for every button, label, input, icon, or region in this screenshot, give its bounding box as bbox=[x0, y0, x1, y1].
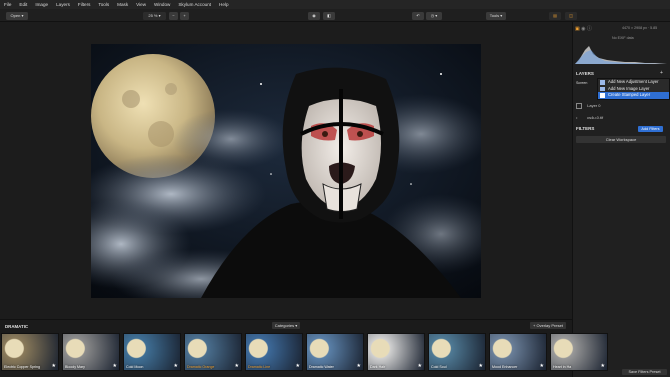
undo-icon: ↶ bbox=[416, 12, 420, 18]
preset-thumbnail[interactable]: Mood Enhancer ★ bbox=[489, 333, 547, 371]
menu-file[interactable]: File bbox=[0, 0, 15, 9]
add-adjustment-layer-label: Add New Adjustment Layer bbox=[608, 79, 659, 84]
preset-thumbnail[interactable]: Cold Soul ★ bbox=[428, 333, 486, 371]
image-info: 4470 × 2908 px · 5.85 bbox=[622, 26, 658, 30]
preset-thumbnail[interactable]: Dramatic Line ★ bbox=[245, 333, 303, 371]
preset-thumbnail[interactable]: Dark Hair ★ bbox=[367, 333, 425, 371]
create-stamped-layer-label: Create Stamped Layer bbox=[608, 92, 651, 97]
layers-panel-toggle[interactable]: ▤ bbox=[549, 11, 561, 20]
image-layer-icon bbox=[600, 86, 605, 91]
preset-thumbnail[interactable]: Dramatic Orange ★ bbox=[184, 333, 242, 371]
favorite-star-icon[interactable]: ★ bbox=[418, 363, 422, 369]
menu-help[interactable]: Help bbox=[215, 0, 232, 9]
preset-thumbnail-label: Dramatic Orange bbox=[187, 365, 215, 369]
preset-thumbnail-label: Bloody Mary bbox=[65, 365, 85, 369]
base-layer-icon: • bbox=[576, 115, 578, 120]
favorite-star-icon[interactable]: ★ bbox=[479, 363, 483, 369]
preset-thumbnail[interactable]: Electric Copper Spring ★ bbox=[1, 333, 59, 371]
menu-bar: File Edit Image Layers Filters Tools Mas… bbox=[0, 0, 670, 9]
favorite-star-icon[interactable]: ★ bbox=[357, 363, 361, 369]
blend-mode-select[interactable]: Screen bbox=[576, 81, 587, 85]
preset-thumbnail-label: Dramatic Water bbox=[309, 365, 334, 369]
undo-button[interactable]: ↶ bbox=[412, 11, 424, 20]
menu-window[interactable]: Window bbox=[150, 0, 174, 9]
info-icon[interactable]: ⓘ bbox=[587, 26, 592, 32]
save-filters-preset-button[interactable]: Save Filters Preset bbox=[622, 369, 667, 375]
layer-row-0[interactable]: Layer 0 bbox=[574, 100, 668, 111]
favorite-star-icon[interactable]: ★ bbox=[235, 363, 239, 369]
favorite-star-icon[interactable]: ★ bbox=[174, 363, 178, 369]
layers-icon: ▤ bbox=[553, 12, 557, 18]
layer-0-thumb-icon bbox=[576, 102, 582, 109]
preset-thumbnail-label: Cold Soul bbox=[431, 365, 447, 369]
layer-context-menu: Add New Adjustment Layer Add New Image L… bbox=[597, 78, 670, 100]
preset-thumbnail-label: Dark Hair bbox=[370, 365, 386, 369]
add-filters-button[interactable]: Add Filters bbox=[638, 125, 663, 132]
categories-label: Categories bbox=[274, 323, 295, 328]
favorite-star-icon[interactable]: ★ bbox=[540, 363, 544, 369]
preset-thumbnail-label: Cold Moon bbox=[126, 365, 144, 369]
history-button[interactable]: ◷ ▾ bbox=[426, 11, 442, 20]
layers-title: LAYERS bbox=[576, 71, 594, 76]
base-layer-name: cs4u.0.tif bbox=[587, 115, 604, 120]
preset-thumbnail-label: Heart in Ha bbox=[553, 365, 572, 369]
zoom-out-button[interactable]: − bbox=[169, 11, 178, 20]
preset-thumbnail[interactable]: Dramatic Water ★ bbox=[306, 333, 364, 371]
add-layer-icon[interactable]: + bbox=[660, 70, 663, 76]
panel-icon: ◫ bbox=[569, 12, 573, 18]
edited-image[interactable] bbox=[91, 44, 481, 298]
menu-edit[interactable]: Edit bbox=[15, 0, 31, 9]
preset-thumbnail-label: Mood Enhancer bbox=[492, 365, 518, 369]
histogram-icons: ▣ ◉ ⓘ bbox=[575, 25, 592, 32]
menu-layers[interactable]: Layers bbox=[52, 0, 74, 9]
add-image-layer-label: Add New Image Layer bbox=[608, 85, 650, 91]
compare-button[interactable]: ◧ bbox=[323, 11, 335, 20]
create-stamped-layer-item[interactable]: Create Stamped Layer bbox=[598, 92, 669, 99]
preset-thumbnail-label: Dramatic Line bbox=[248, 365, 271, 369]
favorite-star-icon[interactable]: ★ bbox=[113, 363, 117, 369]
menu-image[interactable]: Image bbox=[31, 0, 52, 9]
histogram-icon[interactable]: ▣ bbox=[575, 26, 580, 32]
zoom-value: 25 % bbox=[148, 12, 158, 18]
favorite-star-icon[interactable]: ★ bbox=[52, 363, 56, 369]
menu-tools[interactable]: Tools bbox=[94, 0, 113, 9]
layer-row-base[interactable]: • cs4u.0.tif bbox=[574, 112, 668, 123]
open-button[interactable]: Open ▾ bbox=[6, 11, 28, 20]
side-panel-toggle[interactable]: ◫ bbox=[565, 11, 577, 20]
clear-workspace-button[interactable]: Clear Workspace bbox=[576, 136, 666, 143]
menu-skylum-account[interactable]: Skylum Account bbox=[174, 0, 215, 9]
compare-icon: ◧ bbox=[327, 12, 331, 18]
zoom-dropdown[interactable]: 25 % ▾ bbox=[143, 11, 166, 20]
favorite-star-icon[interactable]: ★ bbox=[601, 363, 605, 369]
zoom-in-button[interactable]: + bbox=[180, 11, 189, 20]
tools-label: Tools bbox=[489, 12, 500, 18]
top-toolbar: Open ▾ 25 % ▾ − + ◉ ◧ ↶ ◷ ▾ Tools ▾ ▤ ◫ bbox=[0, 9, 670, 22]
menu-filters[interactable]: Filters bbox=[74, 0, 95, 9]
preview-eye-button[interactable]: ◉ bbox=[308, 11, 320, 20]
layer-0-name: Layer 0 bbox=[587, 103, 601, 108]
adjustment-layer-icon bbox=[600, 80, 605, 85]
eye-icon: ◉ bbox=[312, 12, 316, 18]
open-label: Open bbox=[10, 12, 21, 18]
filters-title: FILTERS bbox=[576, 126, 595, 131]
histogram bbox=[575, 46, 667, 64]
exif-icon[interactable]: ◉ bbox=[581, 26, 585, 32]
overlay-preset-button[interactable]: + Overlay Preset bbox=[530, 322, 566, 329]
preset-thumbnail-label: Electric Copper Spring bbox=[4, 365, 40, 369]
preset-category-title: DRAMATIC bbox=[5, 324, 29, 329]
preset-thumbnail[interactable]: Heart in Ha ★ bbox=[550, 333, 608, 371]
categories-dropdown[interactable]: Categories ▾ bbox=[272, 322, 300, 329]
stamped-layer-icon bbox=[600, 93, 605, 98]
history-icon: ◷ bbox=[430, 12, 435, 18]
tools-dropdown[interactable]: Tools ▾ bbox=[486, 11, 506, 20]
edited-image-graphic bbox=[91, 44, 481, 298]
preset-thumbnail[interactable]: Bloody Mary ★ bbox=[62, 333, 120, 371]
preset-thumbnail[interactable]: Cold Moon ★ bbox=[123, 333, 181, 371]
favorite-star-icon[interactable]: ★ bbox=[296, 363, 300, 369]
menu-mask[interactable]: Mask bbox=[113, 0, 132, 9]
menu-view[interactable]: View bbox=[132, 0, 150, 9]
